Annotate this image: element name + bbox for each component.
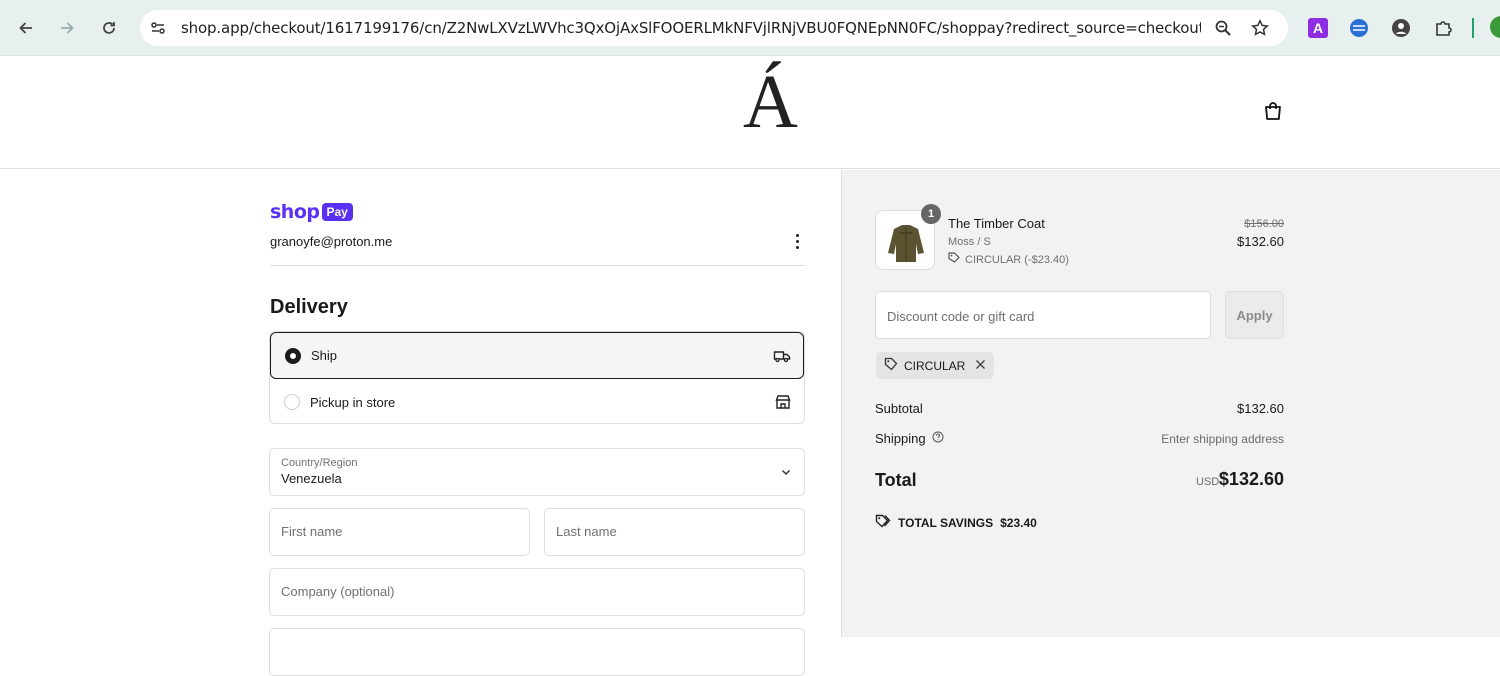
- extension-globe-icon[interactable]: [1348, 17, 1370, 39]
- chevron-down-icon: [780, 465, 792, 477]
- subtotal-label: Subtotal: [875, 401, 923, 416]
- remove-code-icon[interactable]: [975, 359, 986, 373]
- reload-icon[interactable]: [95, 14, 123, 42]
- zoom-icon[interactable]: [1214, 19, 1232, 37]
- product-discount-text: CIRCULAR (-$23.40): [965, 253, 1069, 266]
- back-icon[interactable]: [12, 14, 40, 42]
- delivery-option-ship[interactable]: Ship: [270, 332, 804, 379]
- url-text: shop.app/checkout/1617199176/cn/Z2NwLXVz…: [181, 19, 1201, 37]
- product-variant: Moss / S: [948, 236, 991, 248]
- delivery-heading: Delivery: [270, 296, 348, 318]
- country-select[interactable]: Country/Region Venezuela: [269, 448, 805, 496]
- first-name-placeholder: First name: [281, 524, 343, 539]
- savings-value: $23.40: [1000, 515, 1037, 530]
- profile-avatar-icon[interactable]: [1490, 16, 1500, 38]
- address-bar[interactable]: shop.app/checkout/1617199176/cn/Z2NwLXVz…: [140, 10, 1288, 46]
- extension-a-icon[interactable]: A: [1307, 17, 1329, 39]
- account-email: granoyfe@proton.me: [270, 234, 393, 249]
- ship-label: Ship: [311, 348, 338, 363]
- last-name-input[interactable]: Last name: [544, 508, 805, 556]
- product-discount: CIRCULAR (-$23.40): [948, 252, 1069, 267]
- product-name: The Timber Coat: [948, 216, 1045, 231]
- company-input[interactable]: Company (optional): [269, 568, 805, 616]
- bookmark-star-icon[interactable]: [1251, 19, 1269, 37]
- discounted-price: $132.60: [1237, 234, 1284, 249]
- tag-icon: [884, 357, 898, 374]
- forward-icon[interactable]: [53, 14, 81, 42]
- shoppay-logo: shop Pay: [270, 201, 353, 223]
- site-info-icon[interactable]: [149, 19, 167, 37]
- address-input[interactable]: [269, 628, 805, 676]
- total-savings: TOTAL SAVINGS $23.40: [875, 514, 1037, 531]
- discount-placeholder: Discount code or gift card: [887, 309, 1035, 324]
- quantity-badge: 1: [921, 204, 941, 224]
- shoppay-word: shop: [270, 201, 320, 223]
- applied-code-chip: CIRCULAR: [876, 352, 995, 379]
- applied-code-text: CIRCULAR: [904, 358, 966, 373]
- delivery-method-group: Ship Pickup in store: [269, 331, 805, 424]
- total-label: Total: [875, 470, 917, 490]
- last-name-placeholder: Last name: [556, 524, 617, 539]
- original-price: $156.00: [1244, 218, 1284, 230]
- shipping-row: Shipping: [875, 431, 944, 446]
- apply-button[interactable]: Apply: [1225, 291, 1284, 339]
- savings-tag-icon: [875, 514, 891, 531]
- tag-icon: [948, 252, 960, 267]
- pickup-radio[interactable]: [284, 394, 300, 410]
- discount-code-input[interactable]: Discount code or gift card: [875, 291, 1211, 339]
- savings-label: TOTAL SAVINGS: [898, 515, 994, 530]
- shipping-label: Shipping: [875, 431, 926, 446]
- truck-icon: [773, 347, 791, 365]
- country-value: Venezuela: [281, 471, 342, 486]
- extension-face-icon[interactable]: [1390, 17, 1412, 39]
- cart-bag-icon[interactable]: [1262, 100, 1284, 122]
- toolbar-separator: [1472, 18, 1474, 38]
- delivery-option-pickup[interactable]: Pickup in store: [270, 379, 804, 423]
- divider: [270, 265, 805, 266]
- more-options-icon[interactable]: [788, 231, 806, 251]
- store-logo[interactable]: Á: [743, 64, 798, 140]
- ship-radio[interactable]: [285, 347, 301, 364]
- total-value: $132.60: [1218, 469, 1284, 489]
- browser-toolbar: shop.app/checkout/1617199176/cn/Z2NwLXVz…: [0, 0, 1500, 56]
- extensions-puzzle-icon[interactable]: [1432, 17, 1454, 39]
- company-placeholder: Company (optional): [281, 584, 395, 599]
- pickup-label: Pickup in store: [310, 394, 396, 410]
- shipping-value: Enter shipping address: [1161, 432, 1284, 446]
- subtotal-value: $132.60: [1237, 401, 1284, 416]
- store-icon: [774, 393, 792, 411]
- shoppay-pill: Pay: [321, 203, 353, 221]
- total-currency: USD: [1196, 476, 1220, 488]
- help-icon[interactable]: [932, 431, 944, 446]
- first-name-input[interactable]: First name: [269, 508, 530, 556]
- order-summary-panel: [841, 170, 1500, 637]
- country-label: Country/Region: [281, 457, 358, 469]
